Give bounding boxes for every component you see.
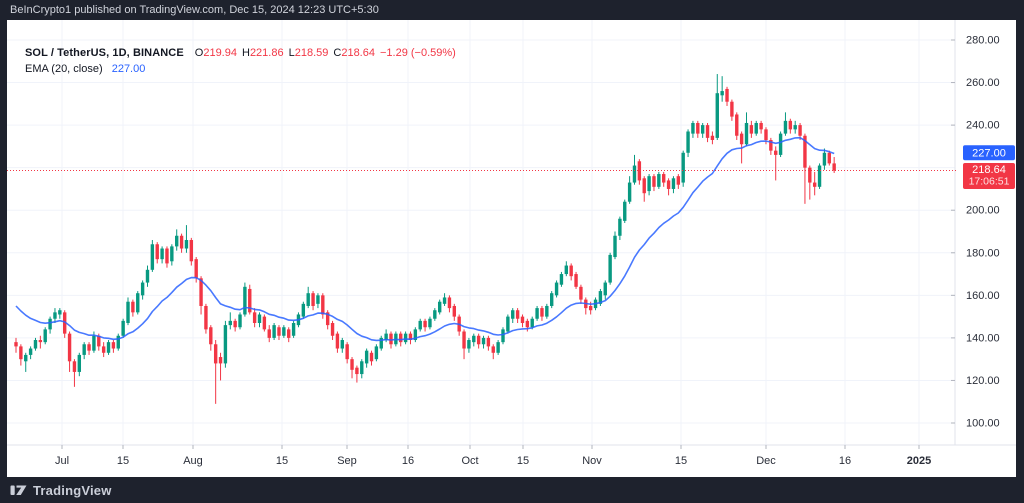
svg-text:240.00: 240.00 [966,120,1000,132]
symbol-title: SOL / TetherUS, 1D, BINANCE [25,47,184,59]
low-value: 218.59 [295,47,329,59]
svg-text:Oct: Oct [461,455,478,467]
high-value: 221.86 [250,47,284,59]
price-badges: 227.00 218.6417:06:51 [963,145,1015,189]
attribution-bar: BeInCrypto1 published on TradingView.com… [0,0,1024,20]
svg-text:Aug: Aug [183,455,203,467]
svg-text:Nov: Nov [582,455,602,467]
change-value: −1.29 (−0.59%) [380,47,456,59]
tradingview-brand-text: TradingView [33,483,112,498]
footer-bar: TradingView [0,477,1024,503]
svg-text:120.00: 120.00 [966,375,1000,387]
svg-text:15: 15 [117,455,129,467]
svg-text:Sep: Sep [337,455,357,467]
chart-panel[interactable]: Jul 15 Aug 15 Sep 16 Oct 15 Nov 15 Dec 16 2025 280.0… [7,20,1016,477]
svg-text:100.00: 100.00 [966,418,1000,430]
svg-text:15: 15 [276,455,288,467]
svg-text:280.00: 280.00 [966,35,1000,47]
svg-text:140.00: 140.00 [966,332,1000,344]
chart-canvas[interactable]: Jul 15 Aug 15 Sep 16 Oct 15 Nov 15 Dec 16 2025 280.0… [7,20,1016,477]
close-value: 218.64 [341,47,375,59]
ema-value: 227.00 [112,63,146,75]
svg-text:180.00: 180.00 [966,247,1000,259]
svg-text:Jul: Jul [55,455,69,467]
high-label: H [242,47,250,59]
svg-text:2025: 2025 [907,455,931,467]
svg-text:16: 16 [402,455,414,467]
price-axis[interactable]: 280.00 260.00 240.00 200.00 180.00 160.00 140.… [966,35,1000,430]
svg-text:227.00: 227.00 [972,147,1006,159]
candlestick-series[interactable] [14,74,836,404]
svg-text:260.00: 260.00 [966,77,1000,89]
legend: SOL / TetherUS, 1D, BINANCEO219.94H221.8… [25,46,456,76]
svg-text:16: 16 [839,455,851,467]
svg-text:218.64: 218.64 [972,164,1006,176]
time-axis[interactable]: Jul 15 Aug 15 Sep 16 Oct 15 Nov 15 Dec 16 2025 [55,455,931,467]
svg-text:Dec: Dec [756,455,776,467]
svg-text:15: 15 [675,455,687,467]
gridlines [7,20,955,445]
legend-ema-row: EMA (20, close) 227.00 [25,62,456,76]
svg-text:15: 15 [517,455,529,467]
tradingview-logo-icon [10,483,27,498]
svg-text:200.00: 200.00 [966,205,1000,217]
ema-label: EMA (20, close) [25,63,103,75]
legend-symbol-row: SOL / TetherUS, 1D, BINANCEO219.94H221.8… [25,46,456,60]
svg-text:17:06:51: 17:06:51 [969,176,1010,188]
axis-separators [7,20,1016,449]
open-value: 219.94 [203,47,237,59]
svg-text:160.00: 160.00 [966,290,1000,302]
